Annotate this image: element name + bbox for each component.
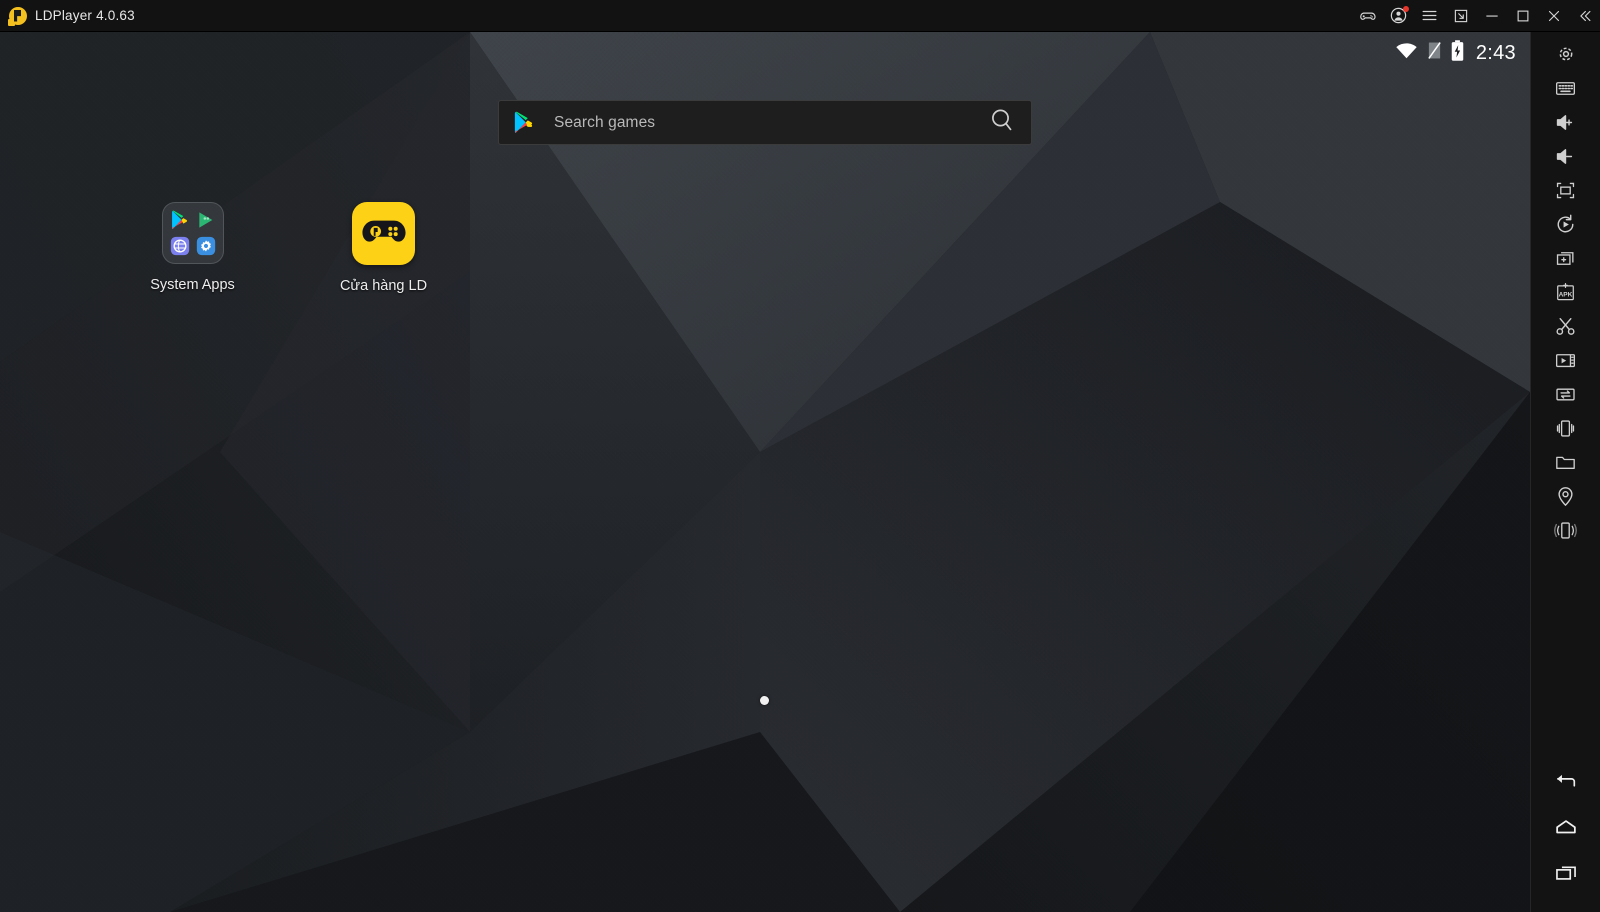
recent-apps-button[interactable] (1531, 856, 1600, 890)
battery-charging-icon (1451, 40, 1464, 66)
resize-window-icon[interactable] (1445, 0, 1476, 32)
ldplayer-logo-icon (8, 6, 27, 26)
no-signal-icon (1427, 41, 1442, 65)
account-icon[interactable] (1383, 0, 1414, 32)
search-placeholder: Search games (554, 113, 656, 131)
file-transfer-icon[interactable] (1531, 377, 1600, 411)
android-statusbar: 2:43 (1230, 32, 1530, 74)
play-games-icon (196, 210, 216, 230)
wallpaper-texture (0, 32, 1530, 912)
maximize-icon[interactable] (1507, 0, 1538, 32)
svg-text:APK: APK (1559, 291, 1573, 298)
folder-icon[interactable] (1531, 445, 1600, 479)
ldplayer-window: LDPlayer 4.0.63 2:43 Search games System… (0, 0, 1600, 912)
fullscreen-icon[interactable] (1531, 173, 1600, 207)
ld-gamepad-icon (361, 220, 406, 242)
status-clock: 2:43 (1475, 41, 1516, 64)
search-games-bar[interactable]: Search games (498, 100, 1032, 145)
browser-icon (170, 236, 190, 256)
rotate-screen-icon[interactable] (1531, 207, 1600, 241)
page-indicator-dot[interactable] (760, 696, 769, 705)
android-screen: 2:43 Search games System Apps Cửa hàng L… (0, 32, 1530, 912)
back-button[interactable] (1531, 764, 1600, 798)
hamburger-menu-icon[interactable] (1414, 0, 1445, 32)
install-apk-icon[interactable]: APK (1531, 275, 1600, 309)
gamepad-icon[interactable] (1352, 0, 1383, 32)
minimize-icon[interactable] (1476, 0, 1507, 32)
settings-icon[interactable] (1531, 37, 1600, 71)
app-label: System Apps (150, 277, 235, 293)
close-icon[interactable] (1538, 0, 1569, 32)
wifi-icon (1395, 42, 1418, 64)
emulator-sidebar: APK (1530, 32, 1600, 912)
collapse-toolbar-icon[interactable] (1569, 0, 1600, 32)
shake-device-icon[interactable] (1531, 411, 1600, 445)
play-store-icon (170, 210, 190, 230)
ld-store-app[interactable]: Cửa hàng LD (326, 202, 441, 294)
settings-icon (196, 236, 216, 256)
home-button[interactable] (1531, 810, 1600, 844)
app-label: Cửa hàng LD (339, 278, 428, 294)
record-video-icon[interactable] (1531, 343, 1600, 377)
volume-up-icon[interactable] (1531, 105, 1600, 139)
location-icon[interactable] (1531, 479, 1600, 513)
notification-badge (1403, 5, 1409, 12)
volume-down-icon[interactable] (1531, 139, 1600, 173)
ld-store-tile (352, 202, 415, 265)
vibrate-icon[interactable] (1531, 513, 1600, 547)
google-play-icon (513, 111, 535, 134)
homescreen-icon-grid: System Apps Cửa hàng LD (135, 202, 441, 294)
window-title: LDPlayer 4.0.63 (35, 8, 135, 23)
window-controls (1352, 0, 1600, 32)
magnifier-icon[interactable] (989, 107, 1015, 138)
new-instance-icon[interactable] (1531, 241, 1600, 275)
wallpaper (0, 32, 1530, 912)
system-apps-folder[interactable]: System Apps (135, 202, 250, 294)
screenshot-icon[interactable] (1531, 309, 1600, 343)
keyboard-icon[interactable] (1531, 71, 1600, 105)
folder-preview (161, 202, 224, 264)
window-titlebar: LDPlayer 4.0.63 (0, 0, 1600, 32)
